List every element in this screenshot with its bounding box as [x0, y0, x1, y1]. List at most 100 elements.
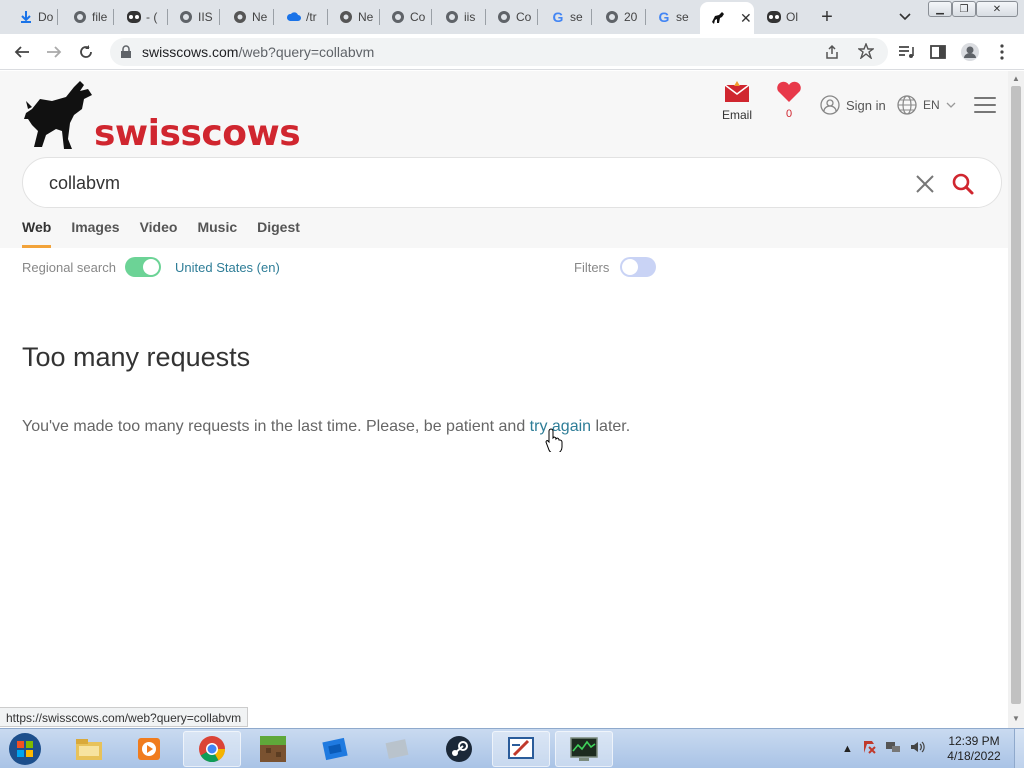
favorites-link[interactable]: 0	[776, 81, 802, 120]
language-label: EN	[923, 98, 940, 112]
clock-date: 4/18/2022	[947, 749, 1001, 763]
taskbar-minecraft[interactable]	[244, 731, 302, 767]
cloud-icon	[286, 9, 302, 25]
action-center-icon[interactable]	[861, 739, 877, 758]
tab-video[interactable]: Video	[140, 219, 178, 248]
taskbar-task-manager[interactable]	[555, 731, 613, 767]
explorer-icon	[76, 739, 102, 760]
roblox-icon	[322, 737, 348, 761]
tab-2[interactable]: - (	[116, 4, 168, 30]
chevron-down-icon	[946, 102, 956, 108]
tab-9[interactable]: Co	[486, 4, 538, 30]
tab-1[interactable]: file	[62, 4, 114, 30]
tab-digest[interactable]: Digest	[257, 219, 300, 248]
tab-title: Do	[38, 10, 54, 24]
regional-search-label: Regional search	[22, 260, 116, 275]
minimize-button[interactable]: ▁	[928, 1, 952, 17]
start-button[interactable]	[5, 731, 45, 767]
sign-in-link[interactable]: Sign in	[820, 95, 886, 115]
tab-6[interactable]: Ne	[328, 4, 380, 30]
media-player-icon	[138, 738, 160, 760]
tab-music[interactable]: Music	[197, 219, 237, 248]
tab-14[interactable]: Ol	[756, 4, 806, 30]
logo-wordmark: swisscows	[94, 113, 301, 154]
tab-3[interactable]: IIS	[168, 4, 220, 30]
tab-8[interactable]: iis	[434, 4, 486, 30]
tab-title: se	[676, 10, 689, 24]
hamburger-menu-icon[interactable]	[974, 97, 996, 113]
reload-icon[interactable]	[76, 42, 96, 62]
taskbar-roblox[interactable]	[306, 731, 364, 767]
site-header: swisscows Email 0 Sign in EN Web Images	[0, 71, 1008, 248]
forward-icon[interactable]	[44, 42, 64, 62]
clear-search-icon[interactable]	[913, 172, 937, 196]
taskbar-app[interactable]	[368, 731, 426, 767]
tab-title: se	[570, 10, 583, 24]
tab-strip: Do file - ( IIS Ne /tr Ne Co iis Co G se	[0, 0, 1024, 34]
google-icon: G	[552, 9, 564, 25]
close-icon[interactable]: ✕	[740, 10, 752, 27]
tab-4[interactable]: Ne	[222, 4, 274, 30]
tab-title: Ol	[786, 10, 798, 24]
address-bar[interactable]: swisscows.com/web?query=collabvm	[110, 38, 888, 66]
windows-orb-icon	[9, 733, 41, 765]
show-desktop-button[interactable]	[1014, 729, 1024, 768]
swisscows-icon	[710, 10, 726, 26]
filters-toggle[interactable]	[620, 257, 656, 277]
globe-icon	[72, 9, 88, 25]
tab-0[interactable]: Do	[8, 4, 58, 30]
network-icon[interactable]	[885, 739, 901, 758]
bookmark-star-icon[interactable]	[856, 42, 876, 64]
tab-12[interactable]: G se	[646, 4, 698, 30]
globe-icon	[444, 9, 460, 25]
tab-search-icon[interactable]	[896, 7, 914, 25]
page-scrollbar[interactable]: ▲ ▼	[1008, 71, 1024, 728]
favorites-count: 0	[785, 108, 793, 120]
close-window-button[interactable]: ✕	[976, 1, 1018, 17]
scroll-down-icon[interactable]: ▼	[1012, 714, 1020, 723]
tab-11[interactable]: 20	[594, 4, 646, 30]
regional-search-toggle[interactable]	[125, 257, 161, 277]
taskbar-explorer[interactable]	[60, 731, 118, 767]
email-link[interactable]: Email	[722, 81, 752, 122]
kebab-menu-icon[interactable]	[992, 42, 1012, 62]
language-selector[interactable]: EN	[897, 95, 956, 115]
taskbar: ▲ 12:39 PM 4/18/2022	[0, 728, 1024, 768]
back-icon[interactable]	[12, 42, 32, 62]
lock-icon	[120, 45, 132, 64]
media-control-icon[interactable]	[896, 42, 916, 62]
scroll-thumb[interactable]	[1011, 86, 1021, 704]
tab-5[interactable]: /tr	[276, 4, 328, 30]
share-icon[interactable]	[824, 44, 840, 65]
tab-images[interactable]: Images	[71, 219, 119, 248]
profile-avatar-icon[interactable]	[960, 42, 980, 62]
globe-icon	[604, 9, 620, 25]
url-text: swisscows.com/web?query=collabvm	[142, 44, 375, 60]
tab-10[interactable]: G se	[540, 4, 592, 30]
tab-7[interactable]: Co	[380, 4, 432, 30]
swisscows-logo[interactable]: swisscows	[22, 79, 301, 154]
taskbar-chrome[interactable]	[183, 731, 241, 767]
taskbar-steam[interactable]	[430, 731, 488, 767]
system-clock[interactable]: 12:39 PM 4/18/2022	[938, 734, 1010, 764]
new-tab-button[interactable]: +	[816, 6, 838, 28]
taskbar-paint[interactable]	[492, 731, 550, 767]
tray-expand-icon[interactable]: ▲	[842, 743, 853, 755]
volume-icon[interactable]	[909, 739, 925, 758]
tab-title: Ne	[358, 10, 374, 24]
side-panel-icon[interactable]	[928, 42, 948, 62]
globe-icon	[496, 9, 512, 25]
tab-title: Co	[516, 10, 532, 24]
region-selector[interactable]: United States (en)	[175, 260, 280, 275]
maximize-button[interactable]: ❐	[952, 1, 976, 17]
scroll-up-icon[interactable]: ▲	[1012, 74, 1020, 83]
tab-active-swisscows[interactable]: ✕	[700, 2, 754, 34]
ghost-icon	[766, 9, 782, 25]
search-input[interactable]	[49, 170, 869, 196]
user-icon	[820, 95, 840, 115]
task-manager-icon	[570, 737, 598, 761]
search-icon[interactable]	[951, 172, 975, 196]
tab-title: - (	[146, 10, 158, 24]
tab-web[interactable]: Web	[22, 219, 52, 248]
taskbar-media-player[interactable]	[120, 731, 178, 767]
